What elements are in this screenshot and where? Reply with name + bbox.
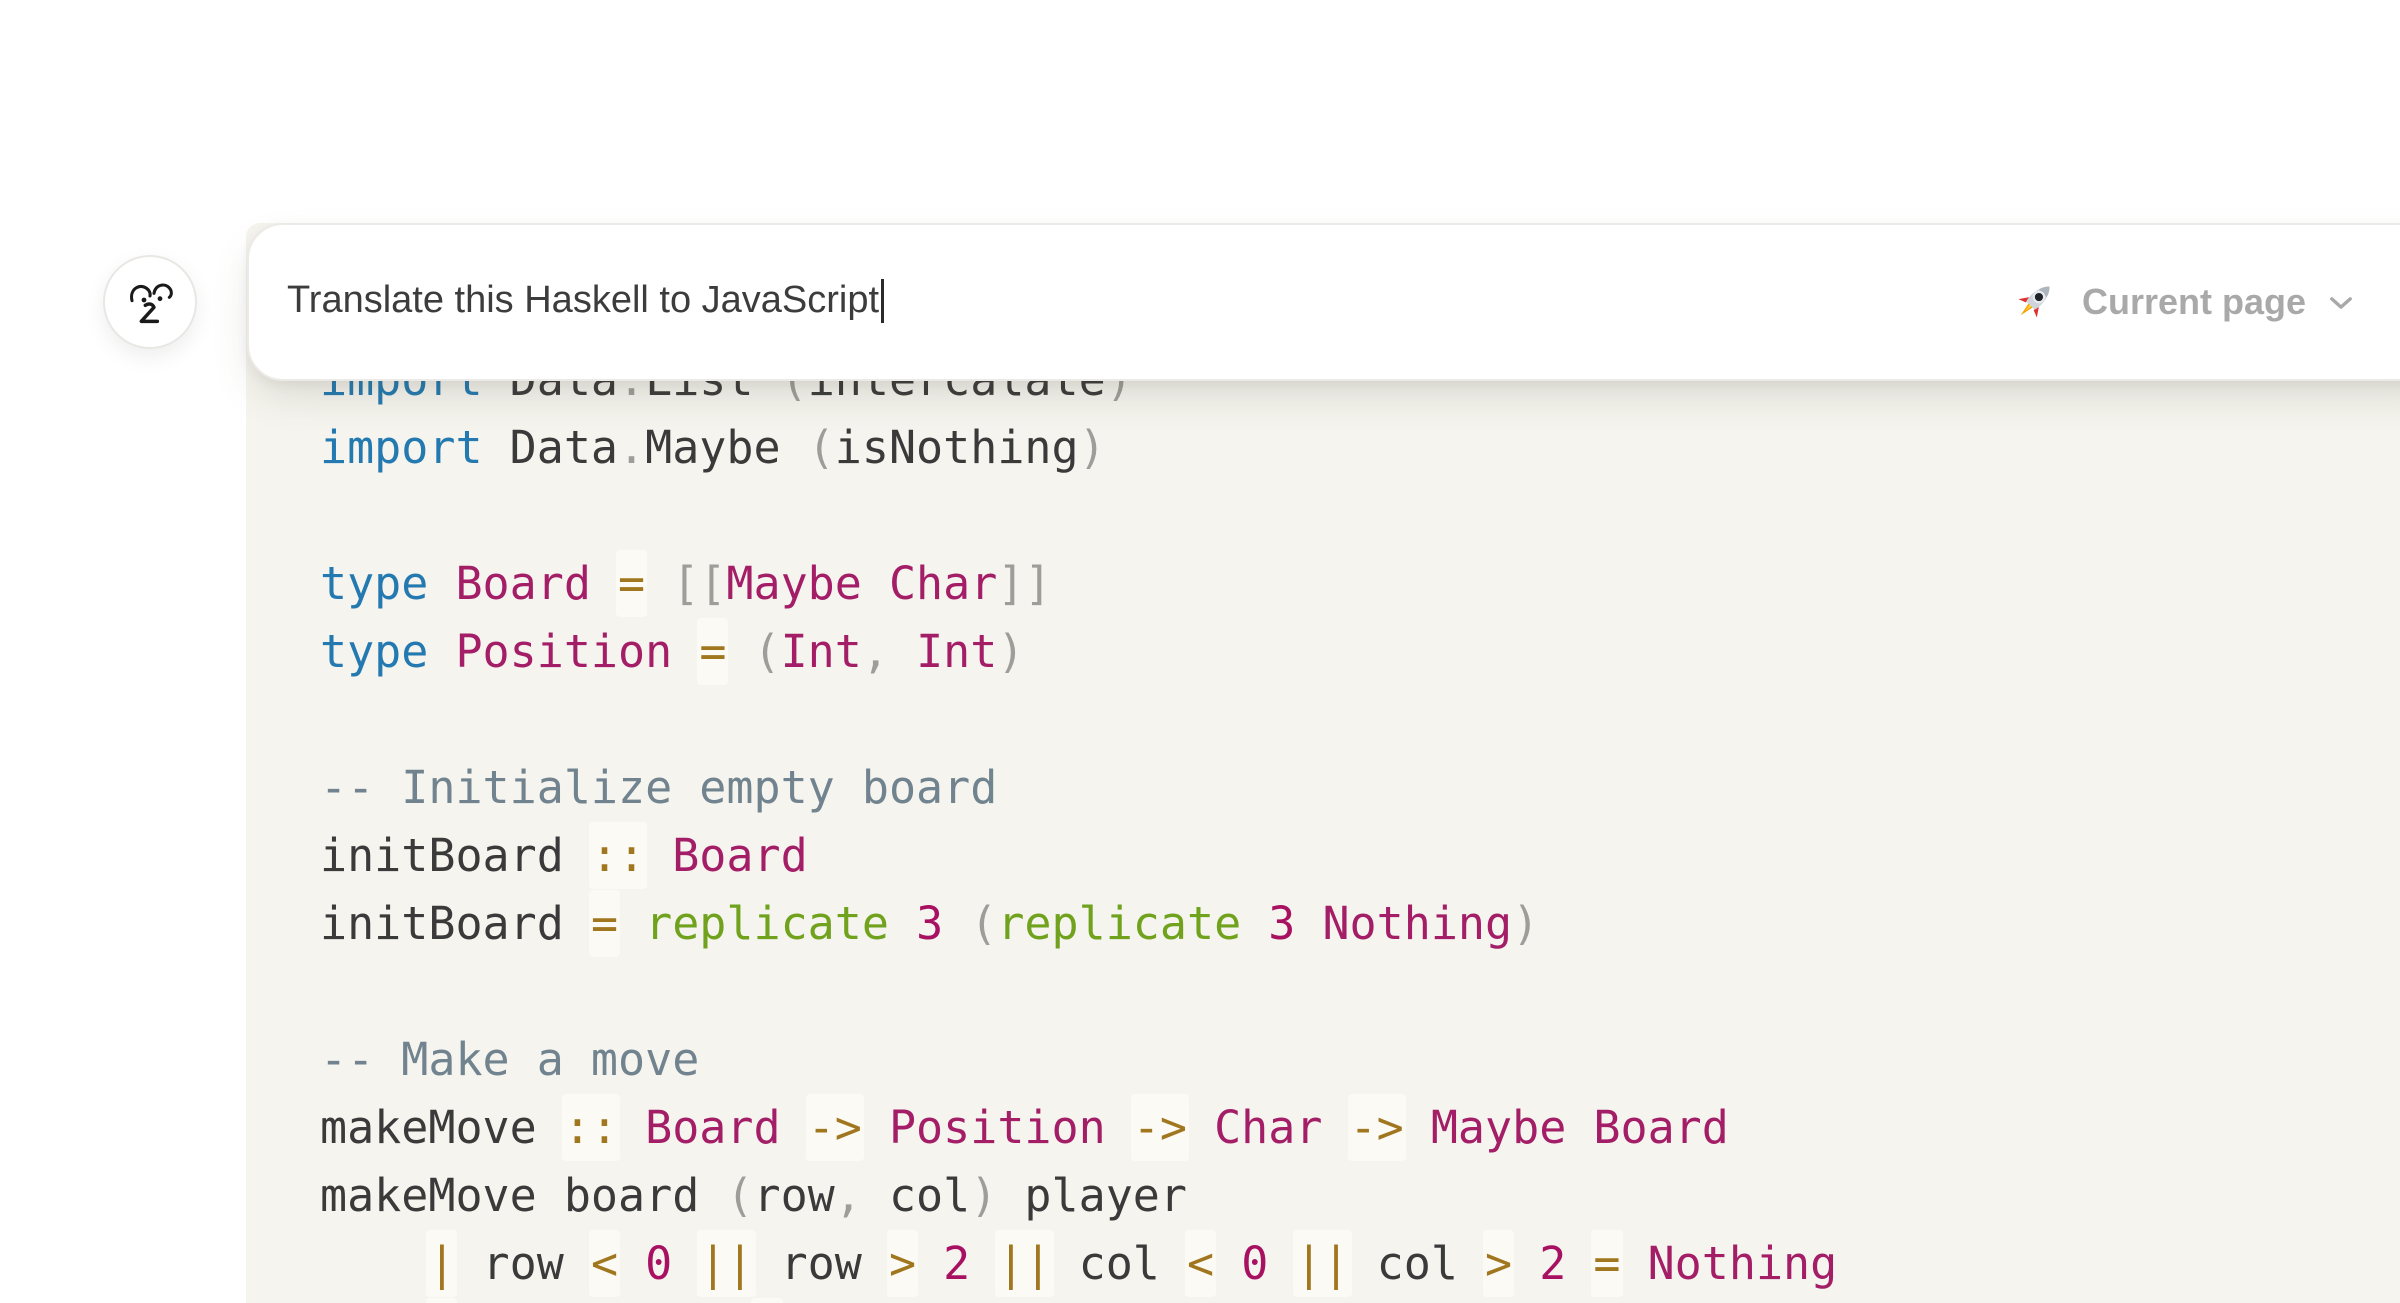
chevron-down-icon xyxy=(2324,285,2358,319)
code-page: import Data.List (intercalate)import Dat… xyxy=(246,223,2400,1303)
assistant-input[interactable]: Translate this Haskell to JavaScript xyxy=(287,279,2010,325)
code-line: makeMove board (row, col) player xyxy=(320,1162,1864,1230)
code-line: initBoard :: Board xyxy=(320,822,1864,890)
code-block: import Data.List (intercalate)import Dat… xyxy=(320,346,1864,1303)
code-line: -- Initialize empty board xyxy=(320,754,1864,822)
code-line xyxy=(320,958,1864,1026)
assistant-bar: Translate this Haskell to JavaScript Cu xyxy=(247,223,2400,381)
code-line xyxy=(320,482,1864,550)
code-line: type Position = (Int, Int) xyxy=(320,618,1864,686)
code-line: -- Make a move xyxy=(320,1026,1864,1094)
code-line: | otherwise = Just (updateBoard board ro… xyxy=(320,1298,1864,1303)
code-line: initBoard = replicate 3 (replicate 3 Not… xyxy=(320,890,1864,958)
code-line: type Board = [[Maybe Char]] xyxy=(320,550,1864,618)
text-caret xyxy=(881,279,884,323)
input-text: Translate this Haskell to JavaScript xyxy=(287,279,879,321)
code-line: makeMove :: Board -> Position -> Char ->… xyxy=(320,1094,1864,1162)
code-line xyxy=(320,686,1864,754)
code-line: import Data.Maybe (isNothing) xyxy=(320,414,1864,482)
context-selector-dropdown[interactable]: Current page xyxy=(2010,278,2358,326)
code-line: | row < 0 || row > 2 || col < 0 || col >… xyxy=(320,1230,1864,1298)
context-selector-label: Current page xyxy=(2082,281,2306,323)
screen: import Data.List (intercalate)import Dat… xyxy=(0,0,2400,1303)
rocket-icon xyxy=(2010,278,2058,326)
assistant-logo-button[interactable] xyxy=(103,255,197,349)
face-logo-icon xyxy=(118,270,182,334)
